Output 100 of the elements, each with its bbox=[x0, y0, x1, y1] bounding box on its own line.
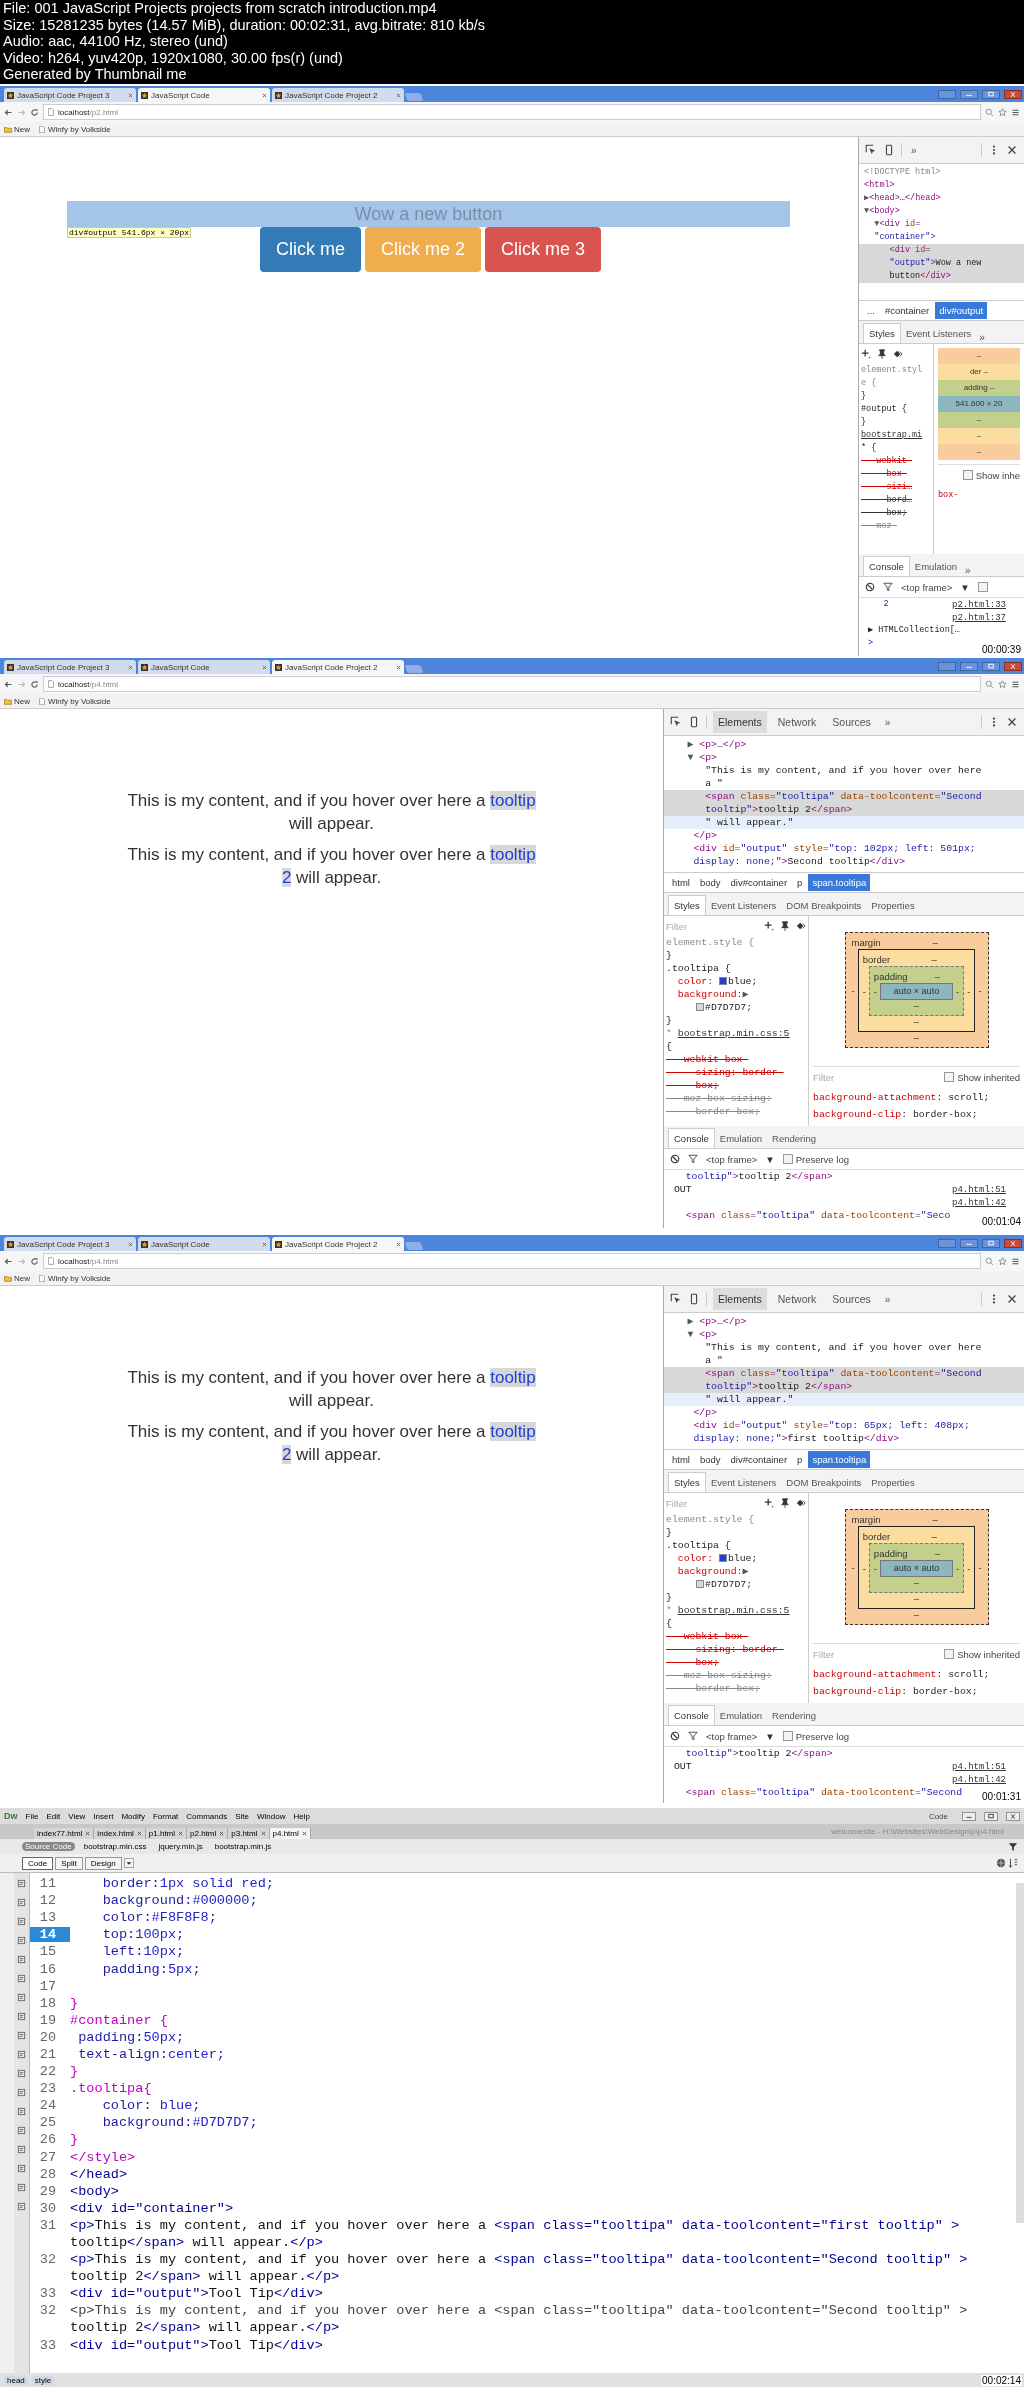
source-link[interactable]: p4.html:51 bbox=[952, 1184, 1020, 1195]
breadcrumb[interactable]: html bbox=[668, 874, 694, 891]
dom-line[interactable]: ▶ <p>…</p> bbox=[664, 1315, 1024, 1328]
tag-selector[interactable]: head bbox=[4, 2375, 28, 2385]
close-icon[interactable] bbox=[128, 1241, 133, 1247]
drawer-tab[interactable]: Emulation bbox=[714, 1706, 768, 1725]
maximize-icon[interactable] bbox=[982, 89, 1000, 99]
menu-item[interactable]: Window bbox=[257, 1811, 286, 1821]
browser-tab[interactable]: JavaScript Code Project 2 bbox=[272, 88, 404, 102]
tool-icon[interactable] bbox=[17, 2164, 26, 2173]
devtools-tab[interactable]: Network bbox=[772, 1288, 822, 1310]
clear-icon[interactable] bbox=[670, 1731, 680, 1741]
context-dropdown[interactable]: <top frame> ▼ bbox=[901, 581, 970, 593]
dom-line[interactable]: a " bbox=[664, 1354, 1024, 1367]
clear-icon[interactable] bbox=[670, 1154, 680, 1164]
maximize-icon[interactable] bbox=[982, 1238, 1000, 1248]
drawer-tab[interactable]: Emulation bbox=[714, 1129, 768, 1148]
dom-line[interactable]: ▼<div id= bbox=[859, 218, 1024, 231]
related-file[interactable]: bootstrap.min.css bbox=[80, 1842, 150, 1851]
tool-icon[interactable] bbox=[17, 1917, 26, 1926]
dom-line[interactable]: "This is my content, and if you hover over here bbox=[664, 1341, 1024, 1354]
preserve-log-checkbox[interactable]: Preserve log bbox=[782, 1730, 849, 1742]
more-tabs-button[interactable]: » bbox=[881, 1293, 894, 1305]
close-icon[interactable] bbox=[128, 664, 133, 670]
close-icon[interactable] bbox=[396, 92, 401, 98]
dom-line[interactable]: <!DOCTYPE html> bbox=[859, 166, 1024, 179]
menu-item[interactable]: Format bbox=[152, 1811, 179, 1821]
breadcrumb[interactable]: div#output bbox=[935, 302, 988, 319]
close-icon[interactable] bbox=[1004, 1238, 1022, 1248]
source-link[interactable]: p2.html:37 bbox=[952, 612, 1020, 623]
breadcrumb[interactable]: html bbox=[668, 1451, 694, 1468]
styles-tab[interactable]: Event Listeners bbox=[705, 1473, 782, 1492]
close-icon[interactable] bbox=[262, 1241, 267, 1247]
restore-icon[interactable] bbox=[984, 1811, 998, 1821]
breadcrumb[interactable]: body bbox=[695, 1451, 725, 1468]
reload-icon[interactable] bbox=[30, 1256, 39, 1266]
dom-line[interactable]: <html> bbox=[859, 179, 1024, 192]
dom-line[interactable]: a " bbox=[664, 777, 1024, 790]
browser-tab[interactable]: JavaScript Code Project 3 bbox=[4, 1237, 136, 1251]
drawer-tab[interactable]: Emulation bbox=[909, 557, 963, 576]
filter-icon[interactable] bbox=[883, 582, 893, 592]
breadcrumb[interactable]: span.tooltipa bbox=[808, 874, 871, 891]
pin-icon[interactable] bbox=[780, 1498, 790, 1508]
inspect-icon[interactable] bbox=[670, 716, 682, 728]
reload-icon[interactable] bbox=[30, 107, 39, 117]
close-icon[interactable] bbox=[396, 664, 401, 670]
tool-icon[interactable] bbox=[17, 1879, 26, 1888]
back-icon[interactable] bbox=[4, 1256, 13, 1266]
plus-icon[interactable] bbox=[764, 921, 774, 931]
styles-tab[interactable]: Styles bbox=[863, 323, 901, 343]
related-file[interactable]: Source Code bbox=[22, 1842, 75, 1851]
breadcrumb[interactable]: span.tooltipa bbox=[808, 1451, 871, 1468]
close-icon[interactable] bbox=[1006, 144, 1018, 156]
zoom-icon[interactable] bbox=[985, 679, 994, 689]
dom-line[interactable]: display: none;">first tooltip</div> bbox=[664, 1432, 1024, 1445]
breadcrumb[interactable]: div#container bbox=[726, 874, 792, 891]
browser-tab[interactable]: JavaScript Code bbox=[138, 88, 270, 102]
back-icon[interactable] bbox=[4, 107, 13, 117]
filter-icon[interactable] bbox=[688, 1731, 698, 1741]
show-inherited-checkbox[interactable]: Show inherited bbox=[944, 1071, 1020, 1083]
minimize-icon[interactable] bbox=[960, 89, 978, 99]
close-icon[interactable] bbox=[136, 1831, 142, 1836]
dom-line[interactable]: </p> bbox=[664, 829, 1024, 842]
close-icon[interactable] bbox=[1004, 89, 1022, 99]
tool-icon[interactable] bbox=[17, 2183, 26, 2192]
devtools-tab[interactable]: Elements bbox=[713, 1288, 767, 1310]
show-inherited-checkbox[interactable]: Show inhe bbox=[962, 469, 1020, 481]
styles-tab[interactable]: DOM Breakpoints bbox=[781, 896, 867, 915]
styles-tab[interactable]: Event Listeners bbox=[900, 324, 977, 343]
device-icon[interactable] bbox=[688, 716, 700, 728]
browser-tab[interactable]: JavaScript Code Project 3 bbox=[4, 660, 136, 674]
view-button[interactable]: Code bbox=[22, 1856, 54, 1870]
maximize-icon[interactable] bbox=[982, 661, 1000, 671]
menu-item[interactable]: File bbox=[25, 1811, 39, 1821]
dom-line[interactable]: <div id="output" style="top: 65px; left: 408px; bbox=[664, 1419, 1024, 1432]
diamond-icon[interactable] bbox=[796, 921, 806, 931]
dom-line[interactable]: ▼ <p> bbox=[664, 751, 1024, 764]
drawer-tab[interactable]: Console bbox=[668, 1705, 715, 1725]
menu-item[interactable]: Commands bbox=[186, 1811, 228, 1821]
back-icon[interactable] bbox=[4, 679, 13, 689]
devtools-tab[interactable]: Sources bbox=[827, 711, 876, 733]
star-icon[interactable] bbox=[998, 1256, 1007, 1266]
related-file[interactable]: jquery.min.js bbox=[155, 1842, 206, 1851]
dom-line[interactable]: ▶<head>…</head> bbox=[859, 192, 1024, 205]
close-icon[interactable] bbox=[301, 1831, 307, 1836]
menu-item[interactable]: Help bbox=[293, 1811, 310, 1821]
tool-icon[interactable] bbox=[17, 2069, 26, 2078]
tool-icon[interactable] bbox=[17, 1936, 26, 1945]
styles-tab[interactable]: Event Listeners bbox=[705, 896, 782, 915]
context-dropdown[interactable]: <top frame> ▼ bbox=[706, 1153, 775, 1165]
close-icon[interactable] bbox=[178, 1831, 184, 1836]
more-tabs-button[interactable]: » bbox=[881, 716, 894, 728]
device-icon[interactable] bbox=[688, 1293, 700, 1305]
sort-icon[interactable] bbox=[1008, 1858, 1018, 1868]
menu-item[interactable]: View bbox=[68, 1811, 86, 1821]
breadcrumb[interactable]: #container bbox=[880, 302, 934, 319]
dom-line[interactable]: display: none;">Second tooltip</div> bbox=[664, 855, 1024, 868]
dom-line[interactable]: <div id="output" style="top: 102px; left: 501px; bbox=[664, 842, 1024, 855]
drawer-tab[interactable]: Rendering bbox=[767, 1129, 821, 1148]
tool-icon[interactable] bbox=[17, 2088, 26, 2097]
